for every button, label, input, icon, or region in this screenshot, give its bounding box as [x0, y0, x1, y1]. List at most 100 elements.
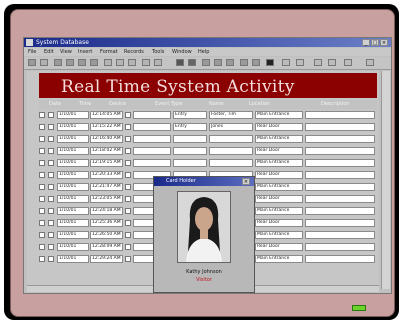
filter-icon[interactable] [202, 59, 210, 66]
row-selector[interactable] [48, 196, 54, 202]
table-cell[interactable] [133, 123, 171, 131]
table-cell[interactable]: 12:19:15 AM [90, 159, 123, 167]
row-selector[interactable] [48, 172, 54, 178]
table-cell[interactable]: 1/10/01 [57, 231, 89, 239]
sort-descending-icon[interactable] [188, 59, 196, 66]
table-cell[interactable]: Rear Door [255, 171, 303, 179]
apply-filter-icon[interactable] [226, 59, 234, 66]
row-selector[interactable] [48, 184, 54, 190]
row-selector[interactable] [39, 232, 45, 238]
table-cell[interactable]: Main Entrance [255, 111, 303, 119]
device-checkbox[interactable] [125, 160, 131, 166]
sort-ascending-icon[interactable] [176, 59, 184, 66]
table-cell[interactable] [305, 231, 375, 239]
new-object-icon[interactable] [296, 59, 304, 66]
table-cell[interactable] [305, 159, 375, 167]
build-icon[interactable] [328, 59, 336, 66]
table-cell[interactable]: 12:23:05 AM [90, 195, 123, 203]
undo-icon[interactable] [142, 59, 150, 66]
device-checkbox[interactable] [125, 256, 131, 262]
table-cell[interactable] [133, 147, 171, 155]
table-cell[interactable]: Jones [209, 123, 253, 131]
toolbar-dropdown-icon[interactable] [40, 59, 48, 66]
table-row[interactable]: 1/10/01 12:19:15 AM Main Entrance [39, 159, 377, 168]
table-cell[interactable]: Main Entrance [255, 207, 303, 215]
device-checkbox[interactable] [125, 124, 131, 130]
maximize-button[interactable]: □ [371, 39, 379, 46]
properties-icon[interactable] [314, 59, 322, 66]
table-cell[interactable]: Entry [173, 111, 207, 119]
menu-format[interactable]: Format [100, 48, 118, 56]
table-cell[interactable] [133, 159, 171, 167]
row-selector[interactable] [48, 148, 54, 154]
menu-view[interactable]: View [60, 48, 72, 56]
row-selector[interactable] [39, 208, 45, 214]
row-selector[interactable] [39, 160, 45, 166]
table-cell[interactable]: 1/10/01 [57, 159, 89, 167]
table-cell[interactable] [173, 135, 207, 143]
row-selector[interactable] [48, 136, 54, 142]
table-cell[interactable]: 12:25:36 AM [90, 219, 123, 227]
device-checkbox[interactable] [125, 220, 131, 226]
table-cell[interactable]: 12:26:50 AM [90, 231, 123, 239]
table-cell[interactable]: Main Entrance [255, 183, 303, 191]
table-cell[interactable]: 1/10/01 [57, 123, 89, 131]
table-cell[interactable]: Main Entrance [255, 231, 303, 239]
table-cell[interactable]: 1/10/01 [57, 219, 89, 227]
table-cell[interactable] [305, 135, 375, 143]
find-icon[interactable] [240, 59, 248, 66]
device-checkbox[interactable] [125, 112, 131, 118]
table-cell[interactable] [305, 243, 375, 251]
table-cell[interactable] [209, 147, 253, 155]
table-cell[interactable]: 1/10/01 [57, 183, 89, 191]
save-icon[interactable] [54, 59, 62, 66]
vertical-scrollbar[interactable] [381, 71, 390, 289]
table-cell[interactable] [305, 183, 375, 191]
row-selector[interactable] [48, 256, 54, 262]
minimize-button[interactable]: _ [362, 39, 370, 46]
table-cell[interactable]: 12:15:22 AM [90, 123, 123, 131]
menu-tools[interactable]: Tools [152, 48, 164, 56]
table-cell[interactable] [173, 147, 207, 155]
device-checkbox[interactable] [125, 244, 131, 250]
table-cell[interactable]: 1/10/01 [57, 147, 89, 155]
table-cell[interactable]: 12:29:24 AM [90, 255, 123, 263]
help-icon[interactable] [366, 59, 374, 66]
menu-edit[interactable]: Edit [44, 48, 54, 56]
table-cell[interactable]: 12:28:09 AM [90, 243, 123, 251]
menu-file[interactable]: File [28, 48, 36, 56]
device-checkbox[interactable] [125, 148, 131, 154]
redo-icon[interactable] [154, 59, 162, 66]
table-row[interactable]: 1/10/01 12:15:22 AM Entry Jones Rear Door [39, 123, 377, 132]
table-cell[interactable]: 1/10/01 [57, 195, 89, 203]
table-cell[interactable]: Main Entrance [255, 135, 303, 143]
table-cell[interactable]: 1/10/01 [57, 207, 89, 215]
table-cell[interactable] [305, 255, 375, 263]
table-cell[interactable] [305, 111, 375, 119]
table-cell[interactable]: 1/10/01 [57, 171, 89, 179]
table-cell[interactable]: 12:18:02 AM [90, 147, 123, 155]
table-cell[interactable]: 1/10/01 [57, 243, 89, 251]
device-checkbox[interactable] [125, 232, 131, 238]
paste-icon[interactable] [128, 59, 136, 66]
table-cell[interactable]: 12:24:18 AM [90, 207, 123, 215]
row-selector[interactable] [48, 160, 54, 166]
table-cell[interactable] [133, 135, 171, 143]
table-cell[interactable]: Rear Door [255, 195, 303, 203]
device-checkbox[interactable] [125, 208, 131, 214]
row-selector[interactable] [48, 232, 54, 238]
filter-form-icon[interactable] [214, 59, 222, 66]
table-cell[interactable]: Main Entrance [255, 255, 303, 263]
row-selector[interactable] [39, 172, 45, 178]
table-cell[interactable] [305, 171, 375, 179]
close-button[interactable]: × [380, 39, 388, 46]
row-selector[interactable] [39, 184, 45, 190]
row-selector[interactable] [48, 112, 54, 118]
row-selector[interactable] [39, 196, 45, 202]
print-icon[interactable] [66, 59, 74, 66]
table-cell[interactable]: 1/10/01 [57, 255, 89, 263]
menu-records[interactable]: Records [124, 48, 144, 56]
device-checkbox[interactable] [125, 136, 131, 142]
table-row[interactable]: 1/10/01 12:16:40 AM Main Entrance [39, 135, 377, 144]
menu-help[interactable]: Help [198, 48, 209, 56]
